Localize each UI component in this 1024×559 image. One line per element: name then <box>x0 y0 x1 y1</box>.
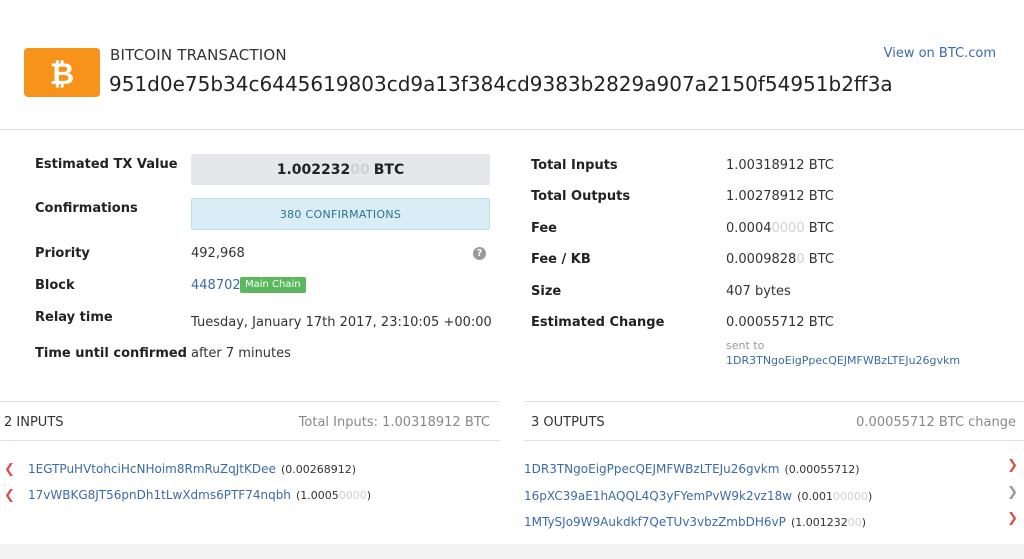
chevron-left-icon[interactable]: ❮ <box>4 488 15 503</box>
tx-value-unit: BTC <box>373 161 405 178</box>
block-label: Block <box>35 278 75 293</box>
outputs-title: 3 OUTPUTS <box>531 415 605 430</box>
output-amount: (0.00100000) <box>797 490 873 503</box>
input-address-link[interactable]: 17vWBKG8JT56pnDh1tLwXdms6PTF74nqbh <box>28 488 291 502</box>
change-address-link[interactable]: 1DR3TNgoEigPpecQEJMFWBzLTEJu26gvkm <box>726 354 960 367</box>
total-inputs-value: 1.00318912 BTC <box>726 158 834 173</box>
chevron-left-icon[interactable]: ❮ <box>4 462 15 477</box>
chevron-right-icon[interactable]: ❯ <box>1007 511 1018 526</box>
total-outputs-value: 1.00278912 BTC <box>726 189 834 204</box>
fee-kb-unit: BTC <box>804 252 834 267</box>
tx-value-faded: 00 <box>350 161 370 178</box>
time-until-confirmed-label: Time until confirmed <box>35 346 187 361</box>
header-divider <box>0 129 1024 130</box>
inputs-top-divider <box>0 401 500 402</box>
fee-value: 0.00040000 BTC <box>726 221 834 236</box>
svg-text:₿: ₿ <box>50 57 74 90</box>
footer-bar <box>0 544 1024 559</box>
tx-value-label: Estimated TX Value <box>35 157 178 172</box>
total-outputs-label: Total Outputs <box>531 189 631 204</box>
tx-value-main: 1.002232 <box>276 161 351 178</box>
size-label: Size <box>531 284 562 299</box>
output-amount: (0.00055712) <box>784 463 860 476</box>
tx-value-box: 1.002232 00 BTC <box>191 154 490 185</box>
page-subtitle: BITCOIN TRANSACTION <box>110 46 287 64</box>
list-item[interactable]: 1DR3TNgoEigPpecQEJMFWBzLTEJu26gvkm (0.00… <box>524 458 1018 477</box>
output-amount: (1.00123200) <box>790 516 867 529</box>
relay-time-label: Relay time <box>35 310 113 325</box>
outputs-change: 0.00055712 BTC change <box>856 415 1016 430</box>
output-address-link[interactable]: 1MTySJo9W9Aukdkf7QeTUv3vbzZmbDH6vP <box>524 515 786 529</box>
fee-kb-main: 0.0009828 <box>726 252 797 267</box>
priority-value: 492,968 <box>191 246 245 261</box>
input-address-link[interactable]: 1EGTPuHVtohciHcNHoim8RmRuZqJtKDee <box>28 462 276 476</box>
priority-label: Priority <box>35 246 90 261</box>
bitcoin-logo-icon: ₿ <box>24 48 100 97</box>
confirmations-badge: 380 CONFIRMATIONS <box>191 198 490 230</box>
list-item[interactable]: ❮ 1EGTPuHVtohciHcNHoim8RmRuZqJtKDee (0.0… <box>4 458 356 477</box>
confirmations-label: Confirmations <box>35 201 138 216</box>
fee-label: Fee <box>531 221 557 236</box>
fee-kb-value: 0.00098280 BTC <box>726 252 834 267</box>
fee-kb-faded: 0 <box>796 252 805 267</box>
fee-kb-label: Fee / KB <box>531 252 591 267</box>
relay-time-value: Tuesday, January 17th 2017, 23:10:05 +00… <box>191 315 492 330</box>
estimated-change-label: Estimated Change <box>531 315 665 330</box>
output-address-link[interactable]: 16pXC39aE1hAQQL4Q3yFYemPvW9k2vz18w <box>524 489 792 503</box>
fee-unit: BTC <box>804 221 834 236</box>
list-item[interactable]: 16pXC39aE1hAQQL4Q3yFYemPvW9k2vz18w (0.00… <box>524 485 1018 504</box>
list-item[interactable]: ❮ 17vWBKG8JT56pnDh1tLwXdms6PTF74nqbh (1.… <box>4 484 371 503</box>
transaction-hash: 951d0e75b34c6445619803cd9a13f384cd9383b2… <box>109 72 893 96</box>
fee-faded: 0000 <box>771 221 805 236</box>
size-value: 407 bytes <box>726 284 791 299</box>
fee-main: 0.0004 <box>726 221 772 236</box>
sent-to-label: sent to <box>726 339 765 352</box>
help-icon[interactable]: ? <box>473 247 486 260</box>
block-link[interactable]: 448702 <box>191 278 241 293</box>
output-address-link[interactable]: 1DR3TNgoEigPpecQEJMFWBzLTEJu26gvkm <box>524 462 779 476</box>
inputs-total: Total Inputs: 1.00318912 BTC <box>298 415 490 430</box>
outputs-header-divider <box>524 440 1024 441</box>
outputs-top-divider <box>524 401 1024 402</box>
inputs-header-divider <box>0 440 500 441</box>
inputs-title: 2 INPUTS <box>4 415 64 430</box>
main-chain-badge: Main Chain <box>240 277 306 293</box>
chevron-right-icon[interactable]: ❯ <box>1007 485 1018 500</box>
time-until-confirmed-value: after 7 minutes <box>191 346 291 361</box>
chevron-right-icon[interactable]: ❯ <box>1007 458 1018 473</box>
input-amount: (1.00050000) <box>296 489 372 502</box>
estimated-change-value: 0.00055712 BTC <box>726 315 834 330</box>
total-inputs-label: Total Inputs <box>531 158 618 173</box>
view-on-btc-link[interactable]: View on BTC.com <box>884 46 996 61</box>
input-amount: (0.00268912) <box>280 463 357 476</box>
list-item[interactable]: 1MTySJo9W9Aukdkf7QeTUv3vbzZmbDH6vP (1.00… <box>524 511 1018 530</box>
